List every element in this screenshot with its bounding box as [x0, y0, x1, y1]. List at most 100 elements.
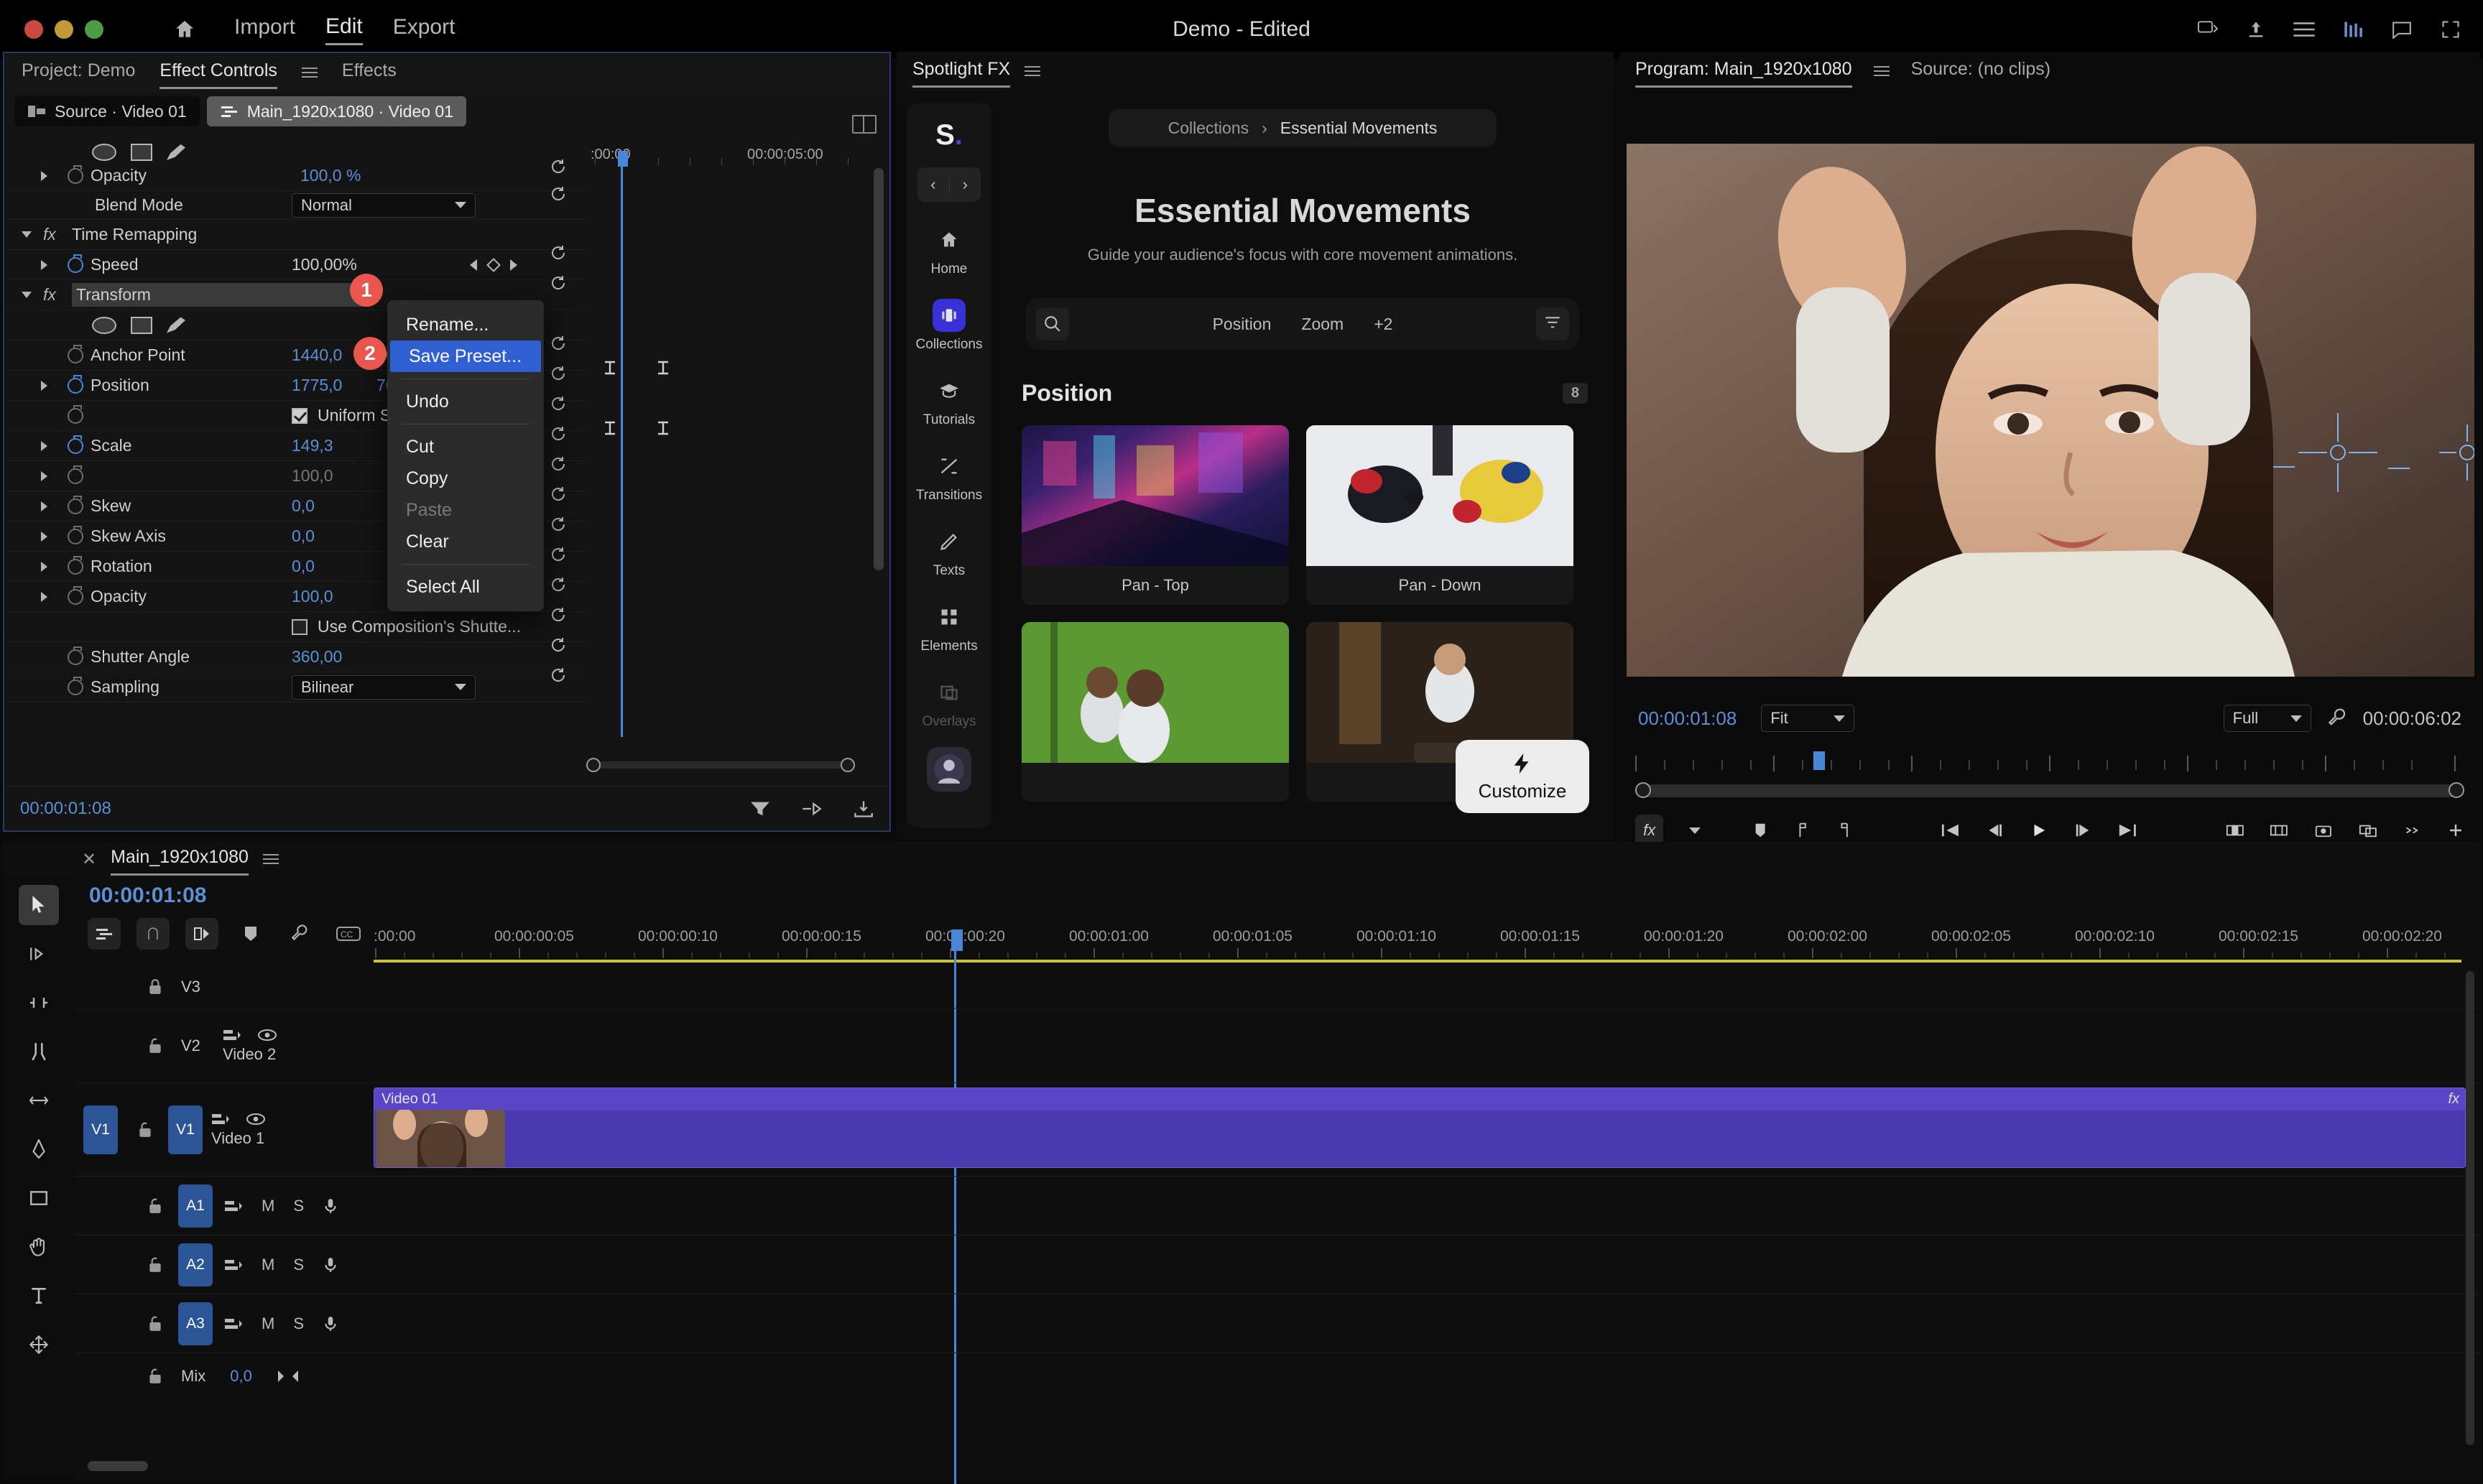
- effect-controls-timeline[interactable]: :00:00 00:00:05:00: [588, 144, 889, 780]
- stopwatch-icon[interactable]: [68, 585, 83, 605]
- more-icon[interactable]: [2403, 821, 2421, 840]
- marker-icon[interactable]: [1752, 821, 1768, 840]
- export-frame-icon[interactable]: [2314, 821, 2333, 840]
- property-value[interactable]: 0,0: [292, 557, 315, 576]
- keyframe-marker[interactable]: [604, 361, 616, 375]
- stopwatch-icon[interactable]: [68, 555, 83, 575]
- lock-icon[interactable]: [141, 1193, 170, 1219]
- marker-icon[interactable]: [234, 918, 267, 950]
- home-icon[interactable]: [172, 18, 197, 41]
- timeline-playhead[interactable]: [951, 929, 963, 951]
- step-forward-icon[interactable]: [2074, 821, 2093, 840]
- menu-icon[interactable]: [2293, 22, 2315, 37]
- slip-tool-icon[interactable]: [19, 1080, 59, 1121]
- reset-transform-opacity-button[interactable]: [549, 576, 568, 593]
- window-controls[interactable]: [24, 20, 103, 39]
- effect-controls-menu-icon[interactable]: [301, 68, 318, 78]
- export-frame-icon[interactable]: [854, 800, 874, 817]
- nav-next-button[interactable]: ›: [949, 175, 981, 194]
- uniform-scale-checkbox[interactable]: [292, 407, 308, 424]
- lock-icon[interactable]: [141, 974, 170, 1000]
- quality-dropdown[interactable]: Full: [2223, 705, 2311, 732]
- next-keyframe-icon[interactable]: [510, 259, 517, 271]
- track-lane-v2[interactable]: [374, 1008, 2480, 1083]
- stopwatch-icon[interactable]: [68, 164, 83, 184]
- sampling-dropdown[interactable]: Bilinear: [292, 674, 476, 700]
- filter-chip-position[interactable]: Position: [1213, 315, 1272, 334]
- keyframe-marker[interactable]: [657, 361, 670, 375]
- microphone-icon[interactable]: [323, 1315, 338, 1332]
- effect-controls-timecode[interactable]: 00:00:01:08: [20, 799, 111, 819]
- program-menu-icon[interactable]: [1873, 66, 1890, 76]
- sidebar-item-tutorials[interactable]: Tutorials: [923, 374, 975, 428]
- selection-tool-icon[interactable]: [19, 885, 59, 925]
- context-menu-item-cut[interactable]: Cut: [387, 431, 544, 463]
- property-value[interactable]: 0,0: [292, 527, 315, 546]
- breadcrumb-root[interactable]: Collections: [1168, 119, 1249, 138]
- stopwatch-icon[interactable]: [68, 254, 83, 273]
- property-value[interactable]: 0,0: [292, 496, 315, 516]
- sync-lock-icon[interactable]: [223, 1028, 241, 1042]
- settings-wrench-icon[interactable]: [2327, 708, 2347, 728]
- disclosure-arrow[interactable]: [40, 561, 47, 572]
- eye-icon[interactable]: [246, 1112, 266, 1126]
- reset-scale-height-button[interactable]: [549, 455, 568, 473]
- stopwatch-icon[interactable]: [68, 676, 83, 695]
- property-value[interactable]: 100,0 %: [300, 166, 361, 185]
- program-current-time[interactable]: 00:00:01:08: [1638, 708, 1737, 730]
- filter-chip-zoom[interactable]: Zoom: [1301, 315, 1344, 334]
- use-composition-shutter-checkbox[interactable]: [292, 618, 308, 635]
- fullscreen-icon[interactable]: [2440, 19, 2461, 40]
- keyframe-navigator[interactable]: [470, 257, 517, 272]
- property-value[interactable]: 360,00: [292, 647, 342, 667]
- mark-in-icon[interactable]: [1795, 821, 1811, 840]
- property-value[interactable]: 100,00%: [292, 255, 357, 274]
- reset-scale-button[interactable]: [549, 425, 568, 442]
- track-target-a1[interactable]: A1: [178, 1184, 213, 1228]
- track-header-v3[interactable]: V3: [75, 965, 374, 1008]
- effect-controls-vertical-scrollbar[interactable]: [874, 168, 884, 570]
- lock-icon[interactable]: [141, 1363, 170, 1389]
- ripple-edit-tool-icon[interactable]: [19, 983, 59, 1023]
- clip-video-01[interactable]: Video 01 fx: [374, 1088, 2466, 1168]
- pan-balance-icon[interactable]: [277, 1368, 300, 1384]
- pen-mask-icon[interactable]: [167, 317, 185, 333]
- blend-mode-dropdown[interactable]: Normal: [292, 193, 476, 218]
- property-value[interactable]: 100,0: [292, 587, 333, 606]
- disclosure-arrow[interactable]: [40, 259, 47, 270]
- track-header-a3[interactable]: A3 M S: [75, 1294, 374, 1353]
- property-row-time-remapping[interactable]: fx Time Remapping: [4, 220, 588, 250]
- spotlight-nav-buttons[interactable]: ‹ ›: [917, 167, 981, 202]
- stopwatch-icon[interactable]: [68, 646, 83, 665]
- tab-spotlight-fx[interactable]: Spotlight FX: [912, 59, 1011, 88]
- screen-share-icon[interactable]: [2197, 20, 2219, 39]
- spotlight-menu-icon[interactable]: [1025, 66, 1041, 76]
- nav-export[interactable]: Export: [393, 15, 456, 44]
- close-icon[interactable]: ✕: [82, 849, 96, 870]
- track-lane-v3[interactable]: [374, 965, 2480, 1008]
- disclosure-arrow[interactable]: [40, 380, 47, 391]
- goto-in-icon[interactable]: [1941, 821, 1960, 840]
- reset-position-button[interactable]: [549, 365, 568, 382]
- snap-icon[interactable]: [137, 918, 170, 950]
- pen-mask-icon[interactable]: [167, 144, 185, 160]
- context-menu-item-save-preset[interactable]: Save Preset...: [390, 340, 541, 372]
- effect-controls-ruler[interactable]: :00:00 00:00:05:00: [588, 144, 889, 168]
- add-keyframe-icon[interactable]: [486, 257, 501, 272]
- captions-icon[interactable]: CC: [332, 918, 365, 950]
- preset-card[interactable]: Pan - Top: [1022, 425, 1289, 605]
- chevron-down-icon[interactable]: [1689, 827, 1701, 834]
- mute-button[interactable]: M: [262, 1256, 274, 1274]
- program-ruler[interactable]: [1635, 748, 2464, 774]
- track-lane-v1[interactable]: Video 01 fx: [374, 1083, 2480, 1177]
- context-menu[interactable]: Rename... Save Preset... Undo Cut Copy P…: [387, 300, 544, 611]
- reset-anchor-point-button[interactable]: [549, 335, 568, 352]
- minimize-window-button[interactable]: [55, 20, 73, 39]
- breadcrumb[interactable]: Collections › Essential Movements: [1109, 109, 1497, 147]
- context-menu-item-undo[interactable]: Undo: [387, 386, 544, 417]
- effect-controls-horizontal-scrollbar[interactable]: [586, 758, 855, 772]
- extract-icon[interactable]: [2270, 821, 2288, 840]
- track-target-v1[interactable]: V1: [168, 1105, 203, 1154]
- property-value[interactable]: 100,0: [292, 466, 333, 486]
- stopwatch-icon[interactable]: [68, 495, 83, 514]
